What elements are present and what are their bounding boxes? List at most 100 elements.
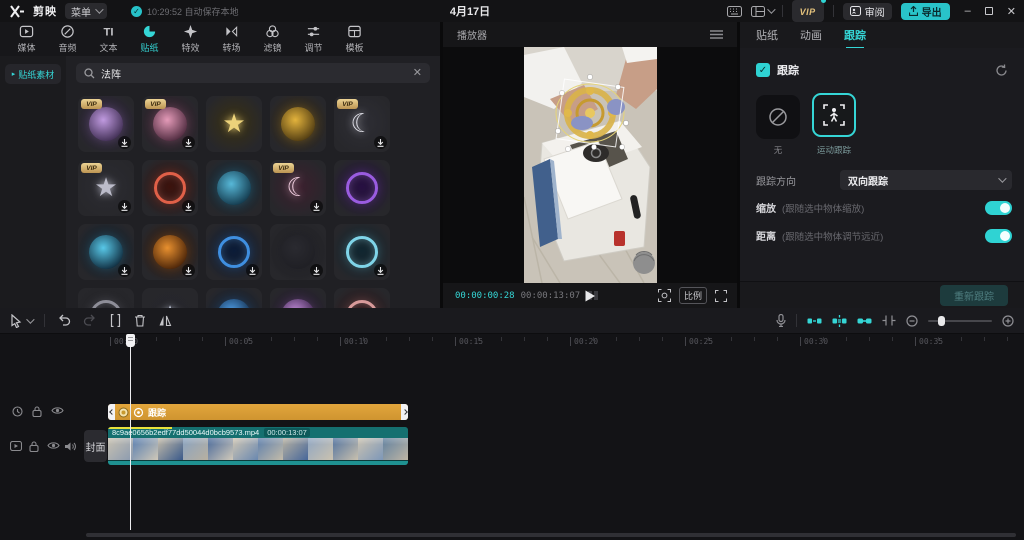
download-icon[interactable] [246,264,259,277]
close-button[interactable]: ✕ [1007,5,1016,18]
download-icon[interactable] [310,264,323,277]
sticker-purple-planet[interactable]: VIP [78,96,134,152]
download-icon[interactable] [310,200,323,213]
tab-effects[interactable]: 特效 [170,22,211,56]
sticker-white-moon[interactable]: ☾VIP [334,96,390,152]
preview-quality-icon[interactable] [658,289,671,302]
sticker-search-box[interactable]: ✕ [76,63,430,83]
sticker-gold-ornate-circle[interactable] [270,96,326,152]
sticker-pink-moon-wand[interactable]: ☾VIP [270,160,326,216]
scale-toggle[interactable] [985,201,1012,215]
ratio-button[interactable]: 比例 [679,287,707,304]
reset-icon[interactable] [995,64,1008,77]
download-icon[interactable] [182,264,195,277]
sticker-track-clip[interactable]: 跟踪 [108,404,408,420]
review-icon [850,6,861,16]
hide-track-icon[interactable] [51,406,64,415]
menu-button[interactable]: 菜单 [65,3,107,19]
download-icon[interactable] [118,264,131,277]
download-icon[interactable] [374,264,387,277]
video-preview[interactable] [524,47,657,283]
hide-track-icon[interactable] [47,441,60,450]
sticker-gray-rune-circle[interactable] [78,288,134,308]
sticker-white-pentagram[interactable]: ★ [142,288,198,308]
download-icon[interactable] [118,136,131,149]
auto-snap-icon[interactable] [807,316,822,326]
sticker-dark-circle[interactable] [270,224,326,280]
sticker-blue-flame[interactable] [206,288,262,308]
fullscreen-icon[interactable] [715,290,727,302]
shortcut-keyboard-icon[interactable] [727,6,742,17]
split-button[interactable] [109,314,122,327]
mute-track-icon[interactable] [64,441,76,452]
sticker-gold-star-circle[interactable]: ★ [206,96,262,152]
select-tool-button[interactable] [10,314,32,328]
tab-audio[interactable]: 音频 [47,22,88,56]
minimize-button[interactable]: – [965,5,971,17]
layout-switch-icon[interactable] [751,6,773,17]
download-icon[interactable] [118,200,131,213]
clear-search-icon[interactable]: ✕ [413,68,422,79]
cover-button[interactable]: 封面 [84,430,107,462]
clip-right-handle[interactable] [401,404,408,420]
tab-transition[interactable]: 转场 [211,22,252,56]
play-button[interactable] [585,290,596,302]
tracking-option-motion[interactable] [812,93,856,137]
track-duration-icon[interactable] [12,406,23,417]
tracking-checkbox[interactable]: ✓ [756,63,770,77]
video-clip[interactable]: 8c9ae0656b2edf77dd50044d0bcb9573.mp4 00:… [108,427,408,465]
redo-button[interactable] [83,314,97,327]
tab-sticker[interactable]: 贴纸 [129,22,170,56]
direction-select[interactable]: 双向跟踪 [840,170,1012,190]
vip-badge[interactable]: VIP [792,0,824,22]
properties-tab-animation[interactable]: 动画 [800,27,822,43]
tab-text[interactable]: TI文本 [88,22,129,56]
horizontal-scrollbar[interactable] [86,533,1016,537]
timeline-zoom-slider[interactable] [928,320,992,322]
tab-adjust[interactable]: 调节 [293,22,334,56]
link-clips-icon[interactable] [857,316,872,326]
zoom-in-icon[interactable] [1002,315,1014,327]
sticker-blue-magic-circle[interactable] [206,224,262,280]
sticker-purple-rune-circle[interactable] [334,160,390,216]
search-input[interactable] [101,68,407,79]
sticker-silver-star[interactable]: ★VIP [78,160,134,216]
clip-left-handle[interactable] [108,404,115,420]
preview-snap-icon[interactable] [832,315,847,327]
sidebar-item-sticker-material[interactable]: ▸ 贴纸素材 [5,64,61,84]
sticker-red-pentagram[interactable] [142,160,198,216]
lock-track-icon[interactable] [32,406,42,417]
record-voiceover-icon[interactable] [776,314,786,327]
properties-tab-tracking[interactable]: 跟踪 [844,27,866,43]
timeline-ruler[interactable]: 00:0000:0500:1000:1500:2000:2500:3000:35 [0,334,1024,349]
download-icon[interactable] [374,136,387,149]
sticker-purple-dome[interactable] [270,288,326,308]
distance-toggle[interactable] [985,229,1012,243]
delete-button[interactable] [134,314,146,327]
sticker-water-ripple[interactable] [78,224,134,280]
review-button[interactable]: 审阅 [843,3,892,20]
maximize-button[interactable] [985,7,993,15]
sticker-rose-circle[interactable] [334,288,390,308]
tab-template[interactable]: 模板 [334,22,375,56]
retrack-button[interactable]: 重新跟踪 [940,285,1008,306]
lock-track-icon[interactable] [29,441,39,452]
player-menu-icon[interactable] [710,30,723,39]
sticker-fire-portal[interactable] [142,224,198,280]
tab-filter[interactable]: 滤镜 [252,22,293,56]
tracking-option-none[interactable] [756,95,800,139]
playhead-handle[interactable] [126,334,135,347]
ruler-label: 00:10 [340,337,368,346]
adjust-track-height-icon[interactable] [882,315,896,326]
download-icon[interactable] [182,200,195,213]
sticker-pink-charm[interactable]: VIP [142,96,198,152]
export-button[interactable]: 导出 [901,3,950,20]
zoom-out-icon[interactable] [906,315,918,327]
mirror-button[interactable] [158,314,172,327]
undo-button[interactable] [57,314,71,327]
properties-tab-sticker[interactable]: 贴纸 [756,27,778,43]
sticker-cyan-line-circle[interactable] [334,224,390,280]
sticker-blue-zodiac-circle[interactable] [206,160,262,216]
tab-media[interactable]: 媒体 [6,22,47,56]
download-icon[interactable] [182,136,195,149]
